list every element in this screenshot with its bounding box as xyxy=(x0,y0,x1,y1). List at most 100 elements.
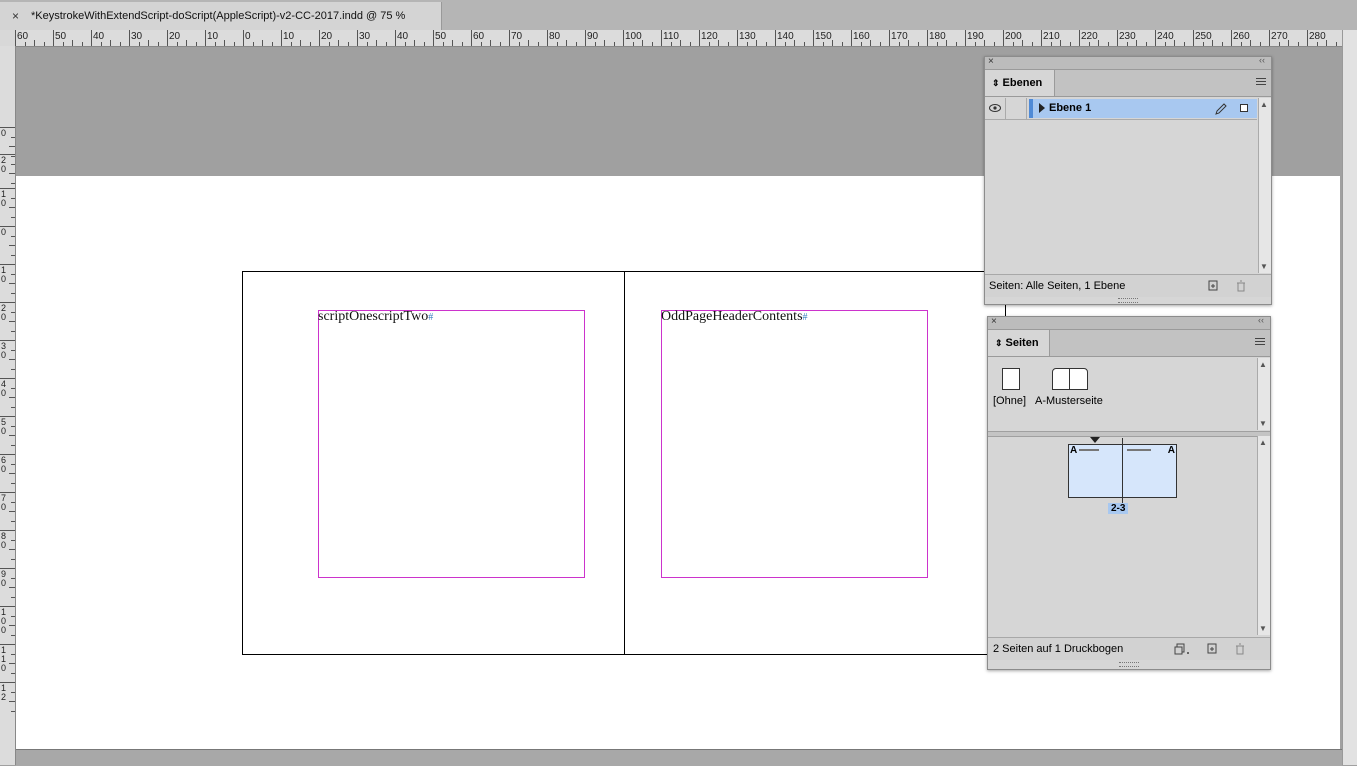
horizontal-ruler[interactable]: 60 50 40 30 20 10 0 10 20 30 40 50 60 70 80 90 100 110 120… xyxy=(15,30,1342,47)
layers-panel-titlebar[interactable]: × ‹‹ xyxy=(985,55,1271,70)
document-tab[interactable]: × *KeystrokeWithExtendScript-doScript(Ap… xyxy=(0,2,442,30)
panel-menu-icon[interactable] xyxy=(1256,76,1266,86)
master-a-thumbnail[interactable] xyxy=(1052,368,1088,390)
right-text-frame[interactable]: OddPageHeaderContents# xyxy=(661,309,928,578)
ruler-minor-tick xyxy=(955,42,957,46)
ruler-minor-tick xyxy=(9,283,15,284)
ruler-minor-tick xyxy=(1174,40,1175,46)
ruler-tick-label: 10 xyxy=(1,189,7,208)
new-page-icon[interactable] xyxy=(1206,643,1218,655)
trash-icon[interactable] xyxy=(1235,280,1247,292)
ruler-minor-tick xyxy=(1240,42,1242,46)
layer-selected-bar[interactable]: Ebene 1 xyxy=(1029,99,1257,118)
ruler-tick-label: 100 xyxy=(1,607,7,635)
vertical-ruler[interactable]: 0 20 10 0 10 20 30 40 50 60 70 80 90 100 110 12 xyxy=(0,46,16,765)
page-size-icon[interactable] xyxy=(1174,643,1190,655)
trash-icon[interactable] xyxy=(1234,643,1246,655)
resize-grip[interactable] xyxy=(1118,298,1138,303)
ruler-minor-tick xyxy=(1278,42,1280,46)
ruler-tick-label: 120 xyxy=(701,31,718,42)
disclosure-triangle-icon[interactable] xyxy=(1038,103,1046,113)
ruler-minor-tick xyxy=(262,40,263,46)
panel-menu-icon[interactable] xyxy=(1255,336,1265,346)
selection-square-icon[interactable] xyxy=(1240,104,1248,112)
master-a-label[interactable]: A-Musterseite xyxy=(1035,395,1103,407)
collapse-panel-icon[interactable]: ‹‹ xyxy=(1259,55,1265,65)
collapse-panel-icon[interactable]: ‹‹ xyxy=(1258,315,1264,325)
ruler-minor-tick xyxy=(9,511,15,512)
spread-thumbnail-spine xyxy=(1122,438,1123,504)
ruler-minor-tick xyxy=(9,146,15,147)
ruler-minor-tick xyxy=(43,42,45,46)
tab-ebenen-label: Ebenen xyxy=(1002,77,1043,89)
right-page-master-prefix: A xyxy=(1167,445,1175,456)
pages-panel: × ‹‹ ⇕ Seiten [Ohne] A-Musterseite ▲ ▼ A A… xyxy=(987,315,1271,670)
ruler-minor-tick xyxy=(11,634,15,636)
ruler-minor-tick xyxy=(176,42,178,46)
ruler-minor-tick xyxy=(11,182,15,184)
ruler-minor-tick xyxy=(11,653,15,655)
new-layer-icon[interactable] xyxy=(1207,280,1219,292)
lock-toggle[interactable] xyxy=(1006,98,1027,119)
right-frame-text[interactable]: OddPageHeaderContents# xyxy=(661,309,808,325)
ruler-tick-label: 250 xyxy=(1195,31,1212,42)
ruler-minor-tick xyxy=(11,425,15,427)
layers-scrollbar[interactable]: ▲ ▼ xyxy=(1258,98,1271,273)
spread-page-label[interactable]: 2-3 xyxy=(1108,503,1129,514)
master-none-label[interactable]: [Ohne] xyxy=(993,395,1026,407)
ruler-minor-tick xyxy=(11,330,15,332)
ruler-minor-tick xyxy=(984,40,985,46)
ruler-minor-tick xyxy=(11,482,15,484)
left-frame-text[interactable]: scriptOnescriptTwo# xyxy=(318,309,433,325)
header-line-right xyxy=(1127,449,1151,451)
tab-ebenen[interactable]: ⇕ Ebenen xyxy=(985,70,1055,96)
close-panel-icon[interactable]: × xyxy=(991,316,997,327)
ruler-minor-tick xyxy=(803,42,805,46)
ruler-tick-label: 110 xyxy=(663,31,679,42)
ruler-minor-tick xyxy=(452,40,453,46)
vertical-scrollbar[interactable] xyxy=(1342,30,1357,765)
layer-row[interactable]: Ebene 1 xyxy=(985,98,1257,120)
ruler-minor-tick xyxy=(841,42,843,46)
ruler-minor-tick xyxy=(11,406,15,408)
ruler-minor-tick xyxy=(186,40,187,46)
tab-seiten[interactable]: ⇕ Seiten xyxy=(988,330,1050,356)
end-of-story-marker: # xyxy=(802,312,808,323)
master-none-thumbnail[interactable] xyxy=(1002,368,1020,390)
right-frame-content: OddPageHeaderContents xyxy=(661,309,803,324)
ruler-minor-tick xyxy=(1145,42,1147,46)
ruler-minor-tick xyxy=(1136,40,1137,46)
ruler-minor-tick xyxy=(1183,42,1185,46)
pages-panel-titlebar[interactable]: × ‹‹ xyxy=(988,315,1270,330)
ruler-minor-tick xyxy=(9,245,15,246)
ruler-tick-label: 50 xyxy=(1,417,7,436)
horizontal-scrollbar[interactable] xyxy=(16,749,1342,766)
ruler-origin-corner[interactable] xyxy=(0,30,16,47)
ruler-minor-tick xyxy=(11,577,15,579)
pages-scrollbar[interactable]: ▲ ▼ xyxy=(1257,436,1270,635)
layers-footer: Seiten: Alle Seiten, 1 Ebene xyxy=(985,274,1271,297)
left-text-frame[interactable]: scriptOnescriptTwo# xyxy=(318,309,585,578)
close-tab-icon[interactable]: × xyxy=(12,10,19,22)
close-panel-icon[interactable]: × xyxy=(988,56,994,67)
ruler-minor-tick xyxy=(528,40,529,46)
ruler-minor-tick xyxy=(9,549,15,550)
ruler-minor-tick xyxy=(1126,42,1128,46)
eye-icon[interactable] xyxy=(985,98,1006,119)
ruler-minor-tick xyxy=(613,42,615,46)
layer-name[interactable]: Ebene 1 xyxy=(1049,102,1091,114)
tab-seiten-label: Seiten xyxy=(1005,337,1039,349)
resize-grip[interactable] xyxy=(1119,662,1139,667)
ruler-minor-tick xyxy=(480,42,482,46)
ruler-tick-label: 30 xyxy=(1,341,7,360)
ruler-tick-label: 240 xyxy=(1157,31,1174,42)
ruler-minor-tick xyxy=(11,615,15,617)
ruler-minor-tick xyxy=(442,42,444,46)
document-spread[interactable]: scriptOnescriptTwo# OddPageHeaderContent… xyxy=(242,271,1006,655)
ruler-minor-tick xyxy=(1259,42,1261,46)
left-page-master-prefix: A xyxy=(1070,445,1078,456)
spread-thumbnail[interactable]: A A xyxy=(1068,438,1177,504)
ruler-minor-tick xyxy=(1069,42,1071,46)
masters-scrollbar[interactable]: ▲ ▼ xyxy=(1257,358,1270,430)
header-line-left xyxy=(1079,449,1099,451)
